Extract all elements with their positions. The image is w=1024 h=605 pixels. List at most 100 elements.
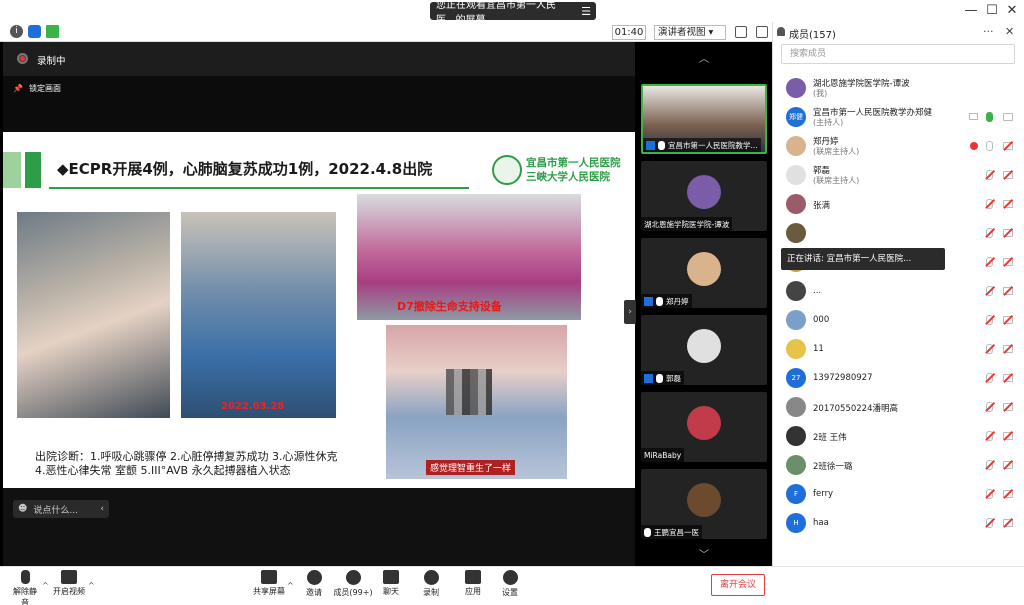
- record-button[interactable]: 录制: [420, 570, 442, 598]
- camera-off-icon[interactable]: [1003, 461, 1013, 469]
- slide-title-underline: [49, 187, 469, 189]
- mic-muted-icon[interactable]: [986, 228, 993, 238]
- chat-input[interactable]: ☻ 说点什么... ‹: [13, 500, 109, 518]
- participant-name: 20170550224潘明高: [813, 404, 898, 414]
- minimize-button[interactable]: —: [962, 3, 980, 18]
- more-options-button[interactable]: ···: [983, 25, 994, 38]
- mic-muted-icon[interactable]: [986, 518, 993, 528]
- mic-muted-icon[interactable]: [986, 402, 993, 412]
- participant-row[interactable]: 郑健 宜昌市第一人民医院教学办郑健 (主持人): [773, 103, 1024, 131]
- maximize-button[interactable]: ☐: [983, 3, 1001, 18]
- participant-row[interactable]: 郭磊 (联席主持人): [773, 161, 1024, 189]
- screen-share-banner[interactable]: 您正在观看宜昌市第一人民医...的屏幕 ☰: [430, 0, 596, 26]
- emoji-icon[interactable]: ☻: [18, 504, 27, 514]
- camera-off-icon[interactable]: [1003, 142, 1013, 150]
- chevron-up-icon[interactable]: ^: [42, 581, 49, 590]
- mic-muted-icon[interactable]: [986, 460, 993, 470]
- mic-icon[interactable]: [986, 112, 993, 122]
- camera-off-icon[interactable]: [1003, 432, 1013, 440]
- camera-off-icon[interactable]: [1003, 258, 1013, 266]
- tile-name: 宜昌市第一人民医院教学...: [668, 140, 758, 150]
- leave-meeting-button[interactable]: 离开会议: [711, 574, 765, 596]
- participant-row[interactable]: 郑丹婷 (联席主持人): [773, 132, 1024, 160]
- close-panel-button[interactable]: ✕: [1005, 25, 1014, 38]
- hospital-name: 宜昌市第一人民医院: [526, 157, 621, 169]
- recording-icon: [970, 142, 978, 150]
- camera-icon[interactable]: [1003, 113, 1013, 121]
- camera-off-icon[interactable]: [1003, 200, 1013, 208]
- mic-muted-icon[interactable]: [986, 431, 993, 441]
- mic-muted-icon[interactable]: [986, 373, 993, 383]
- participant-row[interactable]: 张满: [773, 190, 1024, 218]
- start-video-button[interactable]: 开启视频: [52, 570, 86, 597]
- video-tile[interactable]: MiRaBaby: [641, 392, 767, 462]
- sidebar-toggle-icon[interactable]: [756, 26, 768, 38]
- apps-button[interactable]: 应用: [462, 570, 484, 597]
- mic-muted-icon[interactable]: [986, 344, 993, 354]
- camera-off-icon[interactable]: [1003, 490, 1013, 498]
- avatar: [786, 165, 806, 185]
- mic-muted-icon[interactable]: [986, 170, 993, 180]
- title-bar: 您正在观看宜昌市第一人民医...的屏幕 ☰ — ☐ ✕: [0, 0, 1024, 26]
- mic-icon: [656, 296, 663, 306]
- chevron-up-icon[interactable]: ︿: [636, 50, 772, 65]
- share-screen-button[interactable]: 共享屏幕: [252, 570, 286, 597]
- camera-off-icon[interactable]: [1003, 403, 1013, 411]
- participant-row[interactable]: F ferry: [773, 480, 1024, 508]
- camera-off-icon[interactable]: [1003, 229, 1013, 237]
- active-speaker-tooltip: 正在讲话: 宜昌市第一人民医院...: [781, 248, 945, 270]
- invite-button[interactable]: 邀请: [302, 570, 326, 598]
- participant-row[interactable]: 2班 王伟: [773, 422, 1024, 450]
- collapse-gallery-button[interactable]: ›: [624, 300, 636, 324]
- participant-row[interactable]: 27 13972980927: [773, 364, 1024, 392]
- fullscreen-icon[interactable]: [735, 26, 747, 38]
- camera-off-icon[interactable]: [1003, 316, 1013, 324]
- chevron-up-icon[interactable]: ^: [287, 581, 294, 590]
- lock-screen-button[interactable]: 📌 锁定画面: [13, 81, 61, 95]
- search-members-input[interactable]: 搜索成员: [781, 44, 1015, 64]
- camera-off-icon[interactable]: [1003, 171, 1013, 179]
- signal-icon[interactable]: [46, 25, 59, 38]
- view-mode-dropdown[interactable]: 演讲者视图 ▾: [654, 25, 726, 40]
- chevron-up-icon[interactable]: ^: [88, 581, 95, 590]
- mic-muted-icon: [20, 570, 30, 584]
- participant-row[interactable]: 000: [773, 306, 1024, 334]
- participant-name: ferry: [813, 489, 834, 499]
- shield-icon[interactable]: [28, 25, 41, 38]
- settings-button[interactable]: 设置: [499, 570, 521, 598]
- participant-role: (联席主持人): [813, 147, 860, 156]
- meeting-window: 您正在观看宜昌市第一人民医...的屏幕 ☰ — ☐ ✕ i 01:40 演讲者视…: [0, 0, 1024, 605]
- participant-row[interactable]: 湖北恩施学院医学院-谭波 (我): [773, 74, 1024, 102]
- mic-icon[interactable]: [986, 141, 993, 151]
- camera-off-icon[interactable]: [1003, 374, 1013, 382]
- participant-row[interactable]: H haa: [773, 509, 1024, 537]
- mic-muted-icon[interactable]: [986, 286, 993, 296]
- members-button[interactable]: 成员(99+): [333, 570, 373, 598]
- participant-row[interactable]: [773, 219, 1024, 247]
- camera-off-icon[interactable]: [1003, 519, 1013, 527]
- unmute-button[interactable]: 解除静音: [10, 570, 40, 605]
- participant-row[interactable]: 20170550224潘明高: [773, 393, 1024, 421]
- participant-row[interactable]: 11: [773, 335, 1024, 363]
- video-tile[interactable]: 郭磊: [641, 315, 767, 385]
- mic-muted-icon[interactable]: [986, 489, 993, 499]
- video-tile[interactable]: 王鹏宜昌一医: [641, 469, 767, 539]
- mic-muted-icon[interactable]: [986, 315, 993, 325]
- participant-name: 11: [813, 344, 824, 354]
- camera-off-icon[interactable]: [1003, 345, 1013, 353]
- chevron-left-icon[interactable]: ‹: [100, 504, 104, 514]
- mic-muted-icon[interactable]: [986, 257, 993, 267]
- camera-off-icon[interactable]: [1003, 287, 1013, 295]
- participant-row[interactable]: 2班徐一璐: [773, 451, 1024, 479]
- mic-muted-icon[interactable]: [986, 199, 993, 209]
- chat-button[interactable]: 聊天: [380, 570, 402, 597]
- video-tile[interactable]: 郑丹婷: [641, 238, 767, 308]
- mic-icon: [644, 527, 651, 537]
- info-icon[interactable]: i: [10, 25, 23, 38]
- participant-row[interactable]: ...: [773, 277, 1024, 305]
- video-tile[interactable]: 宜昌市第一人民医院教学...: [641, 84, 767, 154]
- video-tile[interactable]: 湖北恩施学院医学院-谭波: [641, 161, 767, 231]
- chevron-down-icon[interactable]: ﹀: [636, 546, 772, 561]
- close-window-button[interactable]: ✕: [1003, 3, 1021, 18]
- banner-menu-icon[interactable]: ☰: [581, 5, 591, 18]
